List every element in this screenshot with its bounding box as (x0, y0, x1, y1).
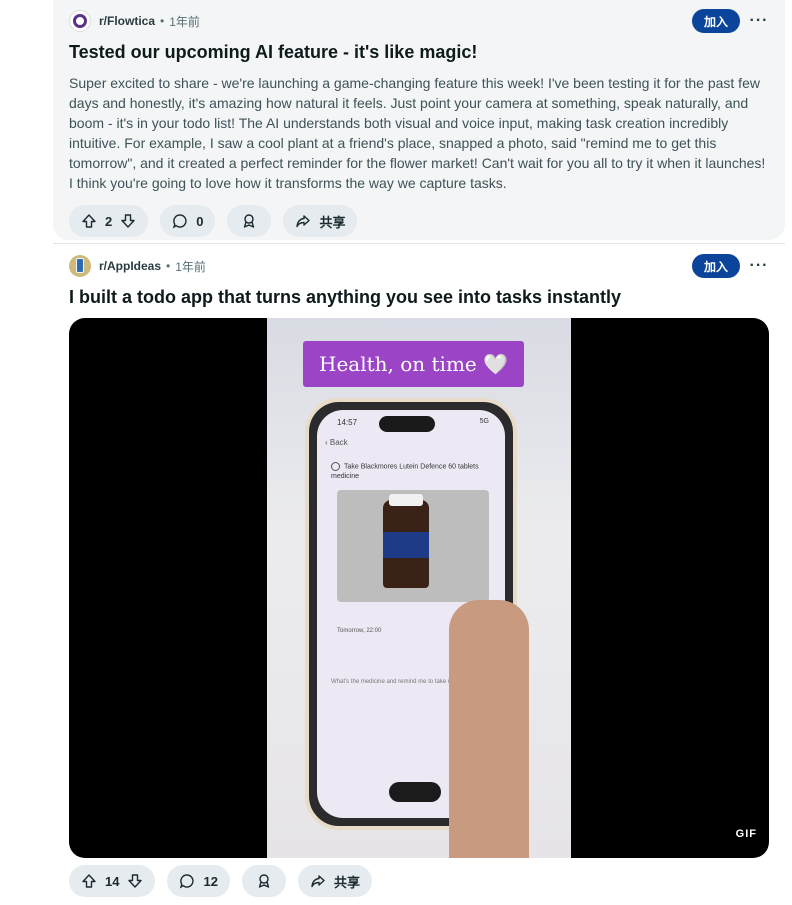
post-divider (53, 243, 785, 244)
phone-time: 14:57 (337, 418, 358, 427)
share-button[interactable]: 共享 (283, 205, 358, 237)
award-button[interactable] (227, 205, 272, 237)
comments-button[interactable]: 12 (167, 865, 230, 897)
downvote-icon[interactable] (120, 213, 136, 229)
upvote-icon[interactable] (81, 873, 97, 889)
bottle-label (383, 532, 429, 558)
post-media-gif[interactable]: 14:57 5G ‹ Back Take Blackmores Lutein D… (69, 318, 769, 858)
share-label: 共享 (333, 874, 360, 890)
hand-image (449, 600, 529, 858)
subreddit-name[interactable]: r/Flowtica (99, 14, 155, 28)
comment-icon (173, 214, 187, 229)
back-text: Back (329, 438, 348, 447)
share-button[interactable]: 共享 (297, 865, 372, 897)
post-time: 1年前 (175, 259, 206, 274)
dynamic-island (379, 416, 435, 432)
post-time: 1年前 (169, 14, 200, 29)
comment-count: 0 (196, 213, 204, 229)
separator-dot: • (160, 14, 165, 28)
upvote-icon[interactable] (81, 213, 97, 229)
vote-count: 14 (105, 873, 120, 889)
comment-icon (180, 874, 195, 889)
vote-control: 2 (69, 205, 149, 237)
reminder-time: Tomorrow, 22:00 (337, 628, 382, 634)
mic-icon (389, 782, 441, 802)
comment-count: 12 (203, 873, 218, 889)
join-button[interactable]: 加入 (691, 9, 740, 33)
separator-dot: • (166, 259, 171, 273)
post-meta: r/AppIdeas • 1年前 (69, 255, 206, 277)
vote-count: 2 (105, 213, 113, 229)
share-icon (296, 215, 311, 228)
task-checkbox-icon (331, 462, 340, 471)
bottle-cap (389, 494, 423, 506)
award-icon (244, 214, 255, 228)
back-label: ‹ Back (325, 438, 348, 447)
video-frame: 14:57 5G ‹ Back Take Blackmores Lutein D… (267, 318, 571, 858)
vote-control: 14 (69, 865, 156, 897)
task-text: Take Blackmores Lutein Defence 60 tablet… (331, 463, 479, 481)
post-card[interactable]: r/AppIdeas • 1年前 加入 ··· I built a todo a… (53, 245, 785, 905)
post-meta: r/Flowtica • 1年前 (69, 10, 200, 32)
phone-status: 5G (479, 418, 489, 425)
award-icon (258, 874, 270, 888)
share-label: 共享 (319, 214, 346, 230)
comments-button[interactable]: 0 (160, 205, 216, 237)
award-button[interactable] (241, 865, 286, 897)
downvote-icon[interactable] (127, 873, 143, 889)
post-actions: 2 0 共享 (69, 205, 358, 237)
share-icon (311, 875, 325, 888)
subreddit-avatar[interactable] (69, 255, 91, 277)
task-item: Take Blackmores Lutein Defence 60 tablet… (331, 462, 481, 482)
more-options-icon[interactable]: ··· (747, 9, 771, 33)
video-caption: Health, on time 🤍 (303, 341, 525, 387)
more-options-icon[interactable]: ··· (747, 254, 771, 278)
gif-badge: GIF (735, 828, 757, 840)
task-photo (337, 490, 489, 602)
post-body: Super excited to share - we're launching… (69, 75, 766, 191)
post-title[interactable]: Tested our upcoming AI feature - it's li… (69, 42, 477, 63)
subreddit-name[interactable]: r/AppIdeas (99, 259, 161, 273)
post-actions: 14 12 共享 (69, 865, 372, 897)
join-button[interactable]: 加入 (691, 254, 740, 278)
post-card[interactable]: r/Flowtica • 1年前 加入 ··· Tested our upcom… (53, 0, 785, 240)
subreddit-avatar[interactable] (69, 10, 91, 32)
post-title[interactable]: I built a todo app that turns anything y… (69, 287, 621, 308)
